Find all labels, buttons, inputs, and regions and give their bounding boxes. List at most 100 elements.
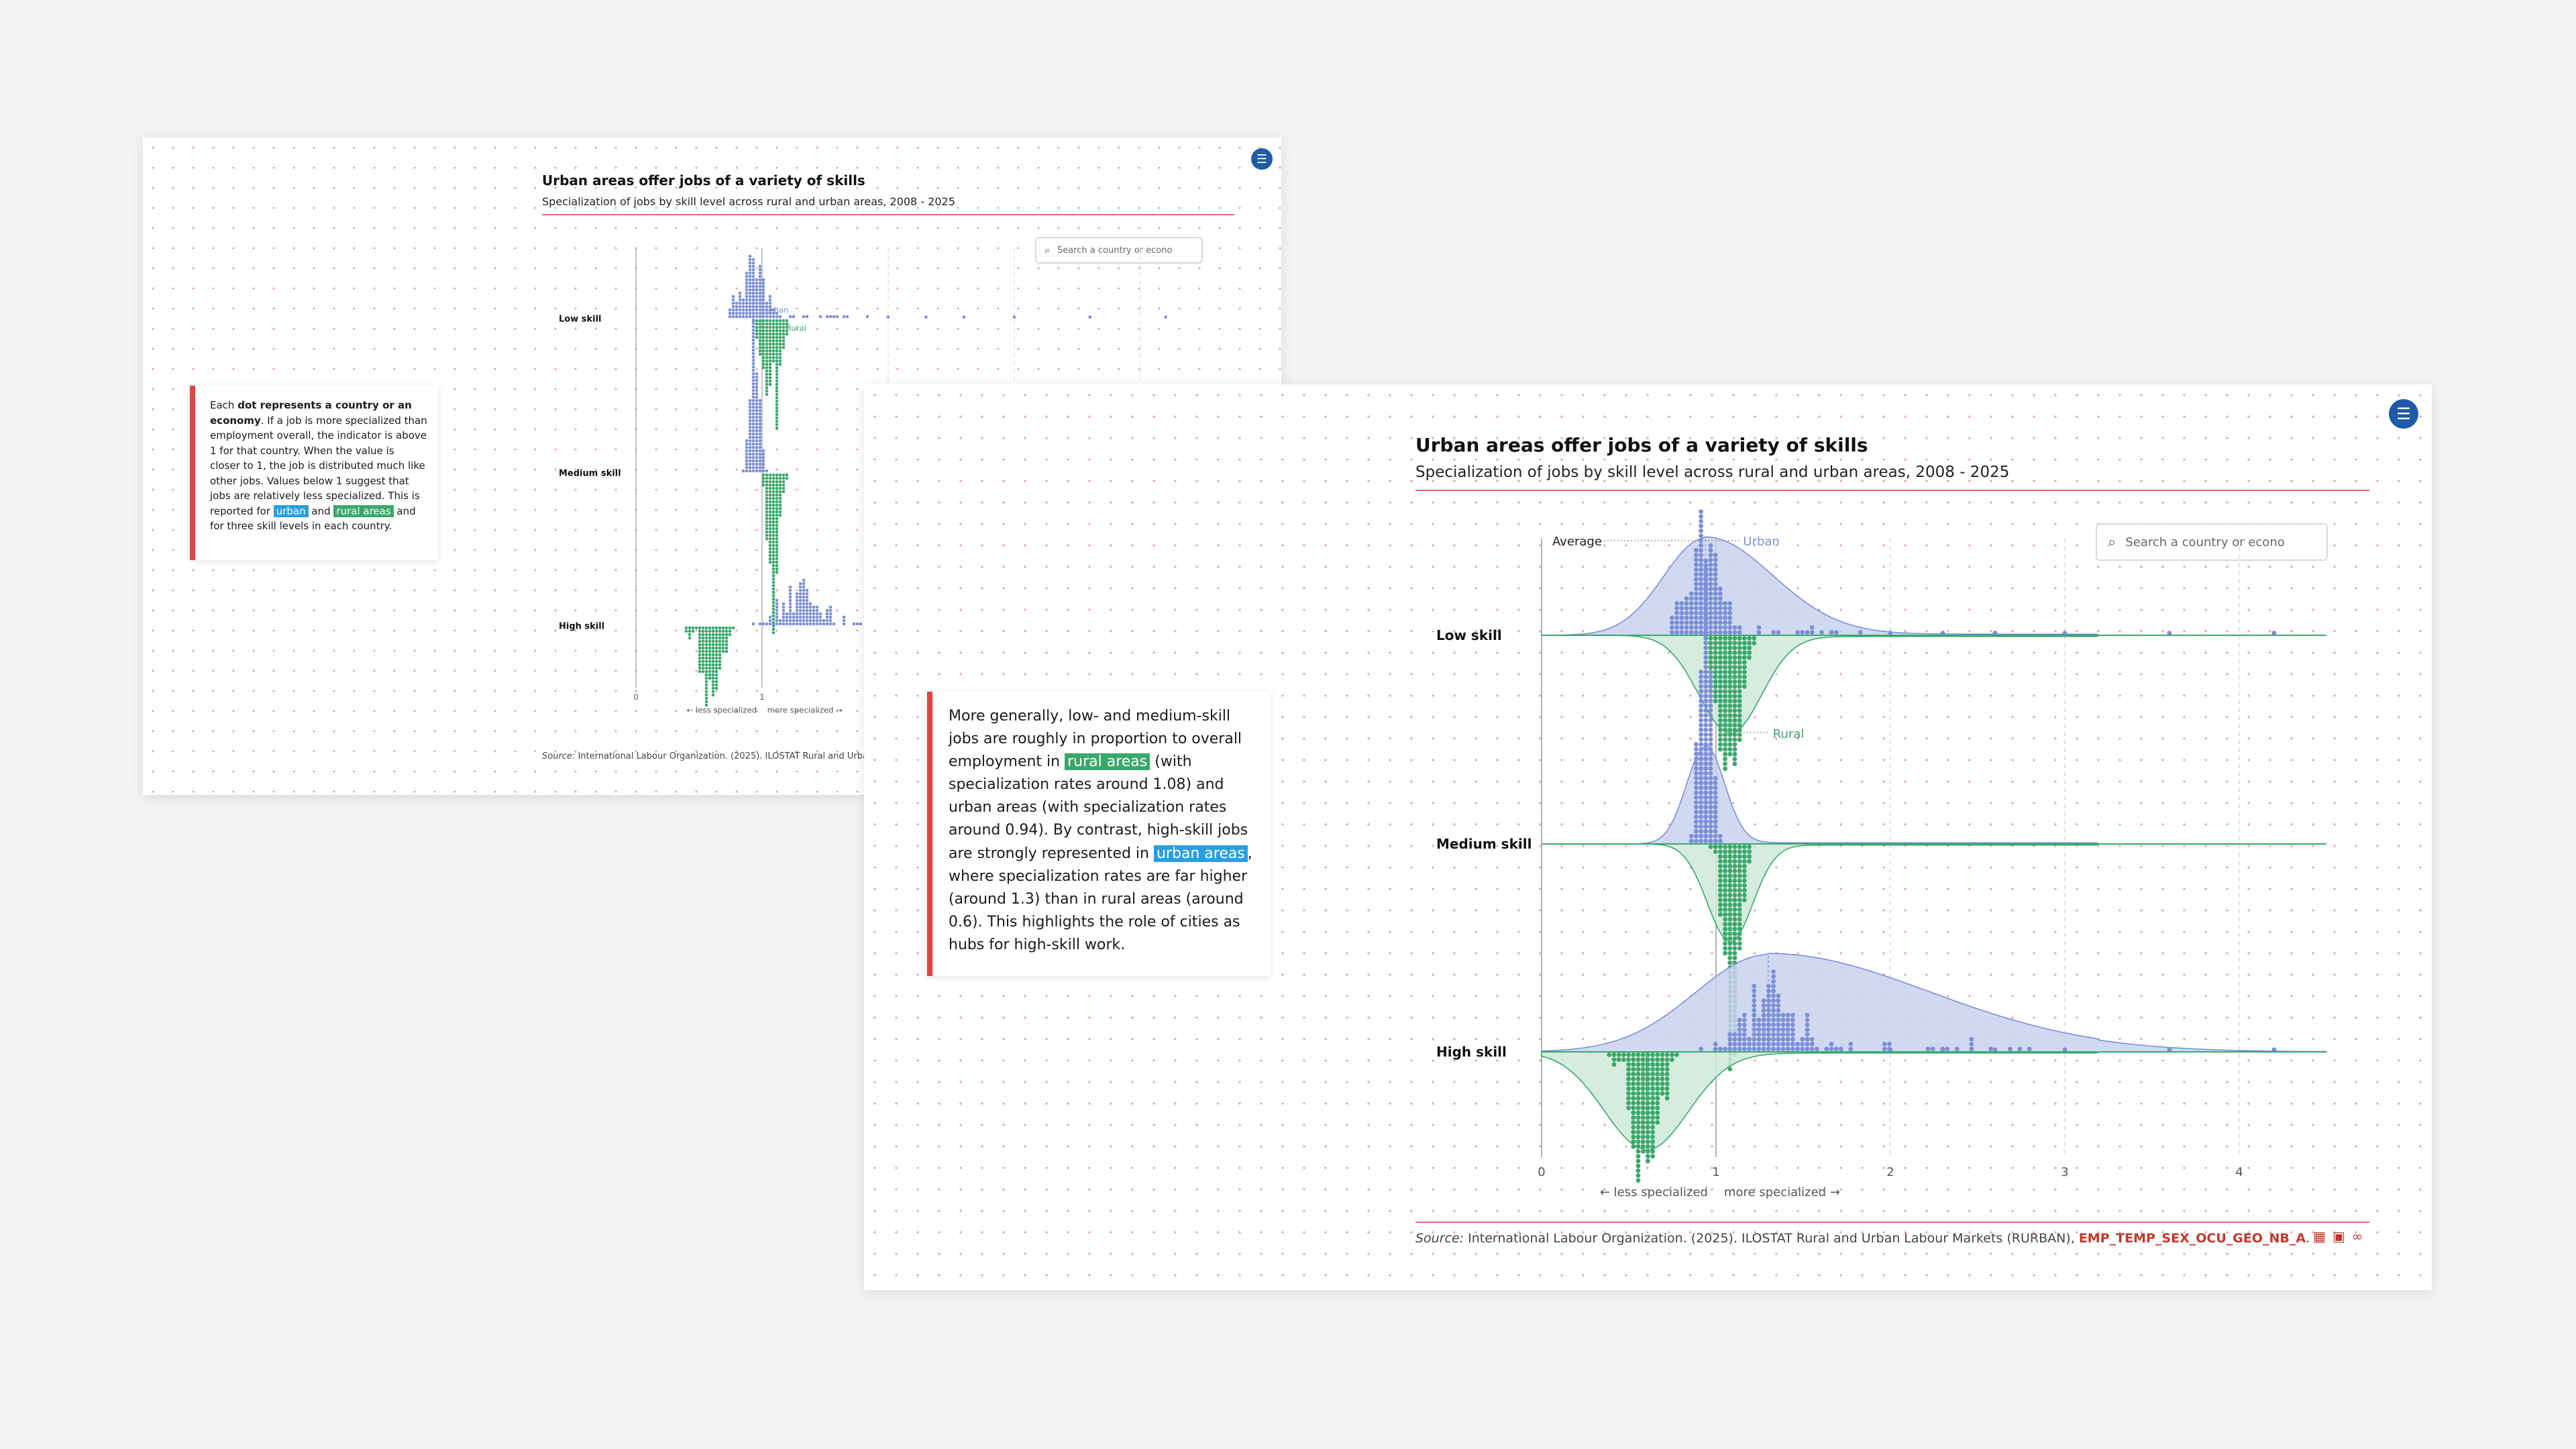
- country-dot-urban: [1776, 1003, 1781, 1008]
- country-dot-urban: [1713, 577, 1718, 582]
- country-dot-rural: [771, 590, 775, 594]
- country-dot-urban: [1699, 669, 1703, 674]
- country-dot-urban: [1752, 1027, 1757, 1032]
- country-dot-rural: [1737, 893, 1742, 898]
- country-dot-rural: [768, 369, 772, 373]
- country-dot-urban: [1718, 625, 1723, 630]
- country-dot-urban: [1699, 601, 1703, 606]
- country-dot-urban: [1699, 727, 1703, 733]
- country-dot-rural: [698, 633, 702, 637]
- country-dot-urban: [768, 622, 772, 626]
- country-dot-urban: [1776, 1008, 1781, 1013]
- source-code-link[interactable]: EMP_TEMP_SEX_OCU_GEO_NB_A: [2079, 1231, 2306, 1246]
- country-dot-rural: [1742, 883, 1747, 888]
- country-dot-urban: [1699, 751, 1703, 757]
- country-dot-rural: [1742, 660, 1747, 665]
- country-dot-urban: [748, 294, 752, 299]
- country-dot-rural: [768, 547, 772, 551]
- country-dot-rural: [714, 676, 718, 680]
- country-dot-urban: [758, 412, 762, 416]
- country-dot-rural: [1727, 694, 1733, 699]
- country-dot-urban: [1699, 582, 1703, 586]
- country-dot-rural: [1732, 878, 1737, 883]
- country-dot-rural: [1723, 761, 1727, 766]
- country-dot-rural: [724, 633, 729, 637]
- country-dot-urban: [765, 622, 769, 626]
- country-dot-urban: [755, 429, 759, 433]
- country-dot-urban: [775, 315, 779, 319]
- country-dot-rural: [1674, 1053, 1679, 1057]
- country-dot-rural: [1732, 669, 1737, 675]
- country-dot-urban: [1708, 756, 1713, 761]
- country-dot-rural: [1742, 655, 1747, 660]
- country-dot-urban: [1708, 557, 1713, 562]
- country-dot-rural: [708, 639, 712, 643]
- country-dot-urban: [1737, 1046, 1742, 1051]
- country-dot-urban: [1684, 596, 1689, 601]
- country-dot-rural: [1635, 1110, 1641, 1116]
- country-dot-rural: [1708, 665, 1713, 669]
- country-dot-urban: [761, 462, 765, 466]
- country-dot-rural: [1723, 742, 1727, 747]
- country-dot-urban: [751, 335, 755, 339]
- country-dot-rural: [1611, 1062, 1617, 1067]
- country-dot-rural: [1747, 655, 1752, 660]
- country-dot-rural: [698, 666, 702, 670]
- country-dot-urban: [1737, 1032, 1742, 1037]
- country-dot-urban: [1805, 1012, 1810, 1018]
- country-dot-rural: [1718, 854, 1723, 859]
- country-dot-rural: [1713, 679, 1718, 684]
- country-dot-urban: [1829, 630, 1834, 635]
- image-icon[interactable]: ▣: [2332, 1228, 2345, 1244]
- violin-area-urban: [1541, 536, 2326, 636]
- table-icon[interactable]: ▦: [2313, 1228, 2326, 1244]
- country-dot-rural: [768, 356, 772, 360]
- country-dot-rural: [708, 633, 712, 637]
- country-dot-rural: [765, 379, 769, 383]
- country-dot-rural: [1737, 650, 1742, 655]
- country-dot-rural: [724, 646, 729, 650]
- country-dot-rural: [1631, 1062, 1636, 1067]
- country-dot-rural: [1635, 1115, 1641, 1120]
- country-dot-urban: [1766, 998, 1771, 1003]
- country-dot-rural: [704, 649, 708, 653]
- country-dot-rural: [1732, 645, 1737, 651]
- country-dot-rural: [701, 636, 705, 640]
- country-dot-urban: [755, 315, 759, 319]
- country-dot-urban: [758, 308, 762, 312]
- country-dot-urban: [748, 308, 752, 312]
- country-dot-urban: [755, 466, 759, 470]
- country-dot-rural: [771, 335, 775, 339]
- country-dot-rural: [768, 372, 772, 376]
- country-dot-rural: [701, 643, 705, 647]
- country-dot-rural: [1732, 733, 1737, 737]
- country-dot-urban: [1708, 582, 1713, 586]
- country-dot-urban: [1694, 824, 1699, 829]
- country-dot-urban: [751, 345, 755, 349]
- country-dot-rural: [698, 659, 702, 663]
- country-dot-urban: [788, 622, 792, 626]
- country-dot-urban: [1670, 620, 1674, 625]
- link-icon[interactable]: ∞: [2352, 1228, 2363, 1244]
- country-dot-rural: [761, 359, 765, 363]
- country-dot-urban: [1761, 1022, 1766, 1027]
- country-dot-rural: [1732, 893, 1737, 898]
- country-dot-urban: [1694, 751, 1699, 757]
- country-dot-urban: [1699, 814, 1703, 819]
- country-dot-urban: [1723, 1046, 1727, 1051]
- country-dot-urban: [1756, 1036, 1762, 1042]
- country-dot-rural: [765, 503, 769, 507]
- country-dot-urban: [1703, 689, 1709, 694]
- country-dot-urban: [1699, 615, 1703, 621]
- country-dot-rural: [758, 342, 762, 346]
- country-dot-rural: [1660, 1077, 1665, 1081]
- country-dot-rural: [1727, 931, 1733, 936]
- country-dot-rural: [1640, 1081, 1646, 1086]
- country-dot-urban: [1699, 625, 1703, 630]
- country-dot-rural: [1727, 907, 1733, 912]
- country-dot-urban: [745, 274, 749, 278]
- country-dot-rural: [775, 409, 779, 413]
- country-dot-urban: [1703, 737, 1709, 742]
- country-dot-urban: [1756, 1032, 1762, 1037]
- country-dot-rural: [1631, 1053, 1636, 1057]
